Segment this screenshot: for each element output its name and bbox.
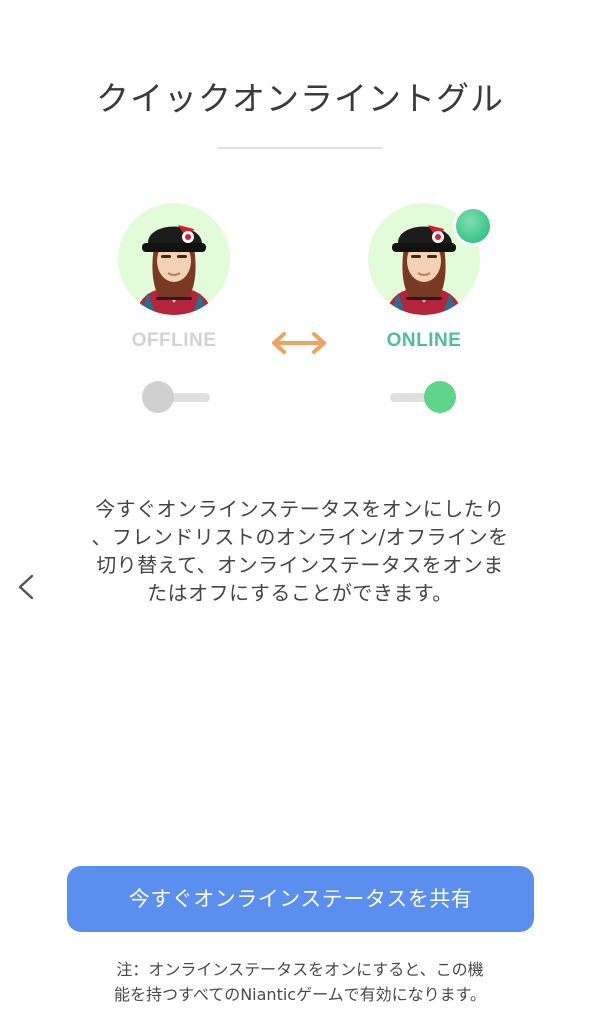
trainer-avatar-icon [136, 225, 212, 315]
offline-avatar [118, 203, 230, 315]
feature-description: 今すぐオンラインステータスをオンにしたり 、フレンドリストのオンライン/オフライ… [91, 497, 509, 605]
online-label: ONLINE [386, 330, 462, 351]
offline-toggle-illustration [142, 380, 212, 414]
offline-label: OFFLINE [131, 330, 217, 351]
online-status-dot [456, 209, 490, 243]
online-toggle-illustration [388, 380, 458, 414]
toggle-knob [142, 381, 174, 413]
page-title: クイックオンライントグル [96, 79, 504, 118]
double-arrow-icon [272, 332, 326, 354]
footnote: 注：オンラインステータスをオンにすると、この機 能を持つすべてのNianticゲ… [113, 960, 487, 1004]
share-online-status-button[interactable]: 今すぐオンラインステータスを共有 [67, 866, 534, 932]
chevron-left-icon[interactable] [14, 570, 38, 604]
toggle-knob [424, 381, 456, 413]
title-divider [217, 147, 383, 149]
toggle-track [168, 393, 210, 402]
